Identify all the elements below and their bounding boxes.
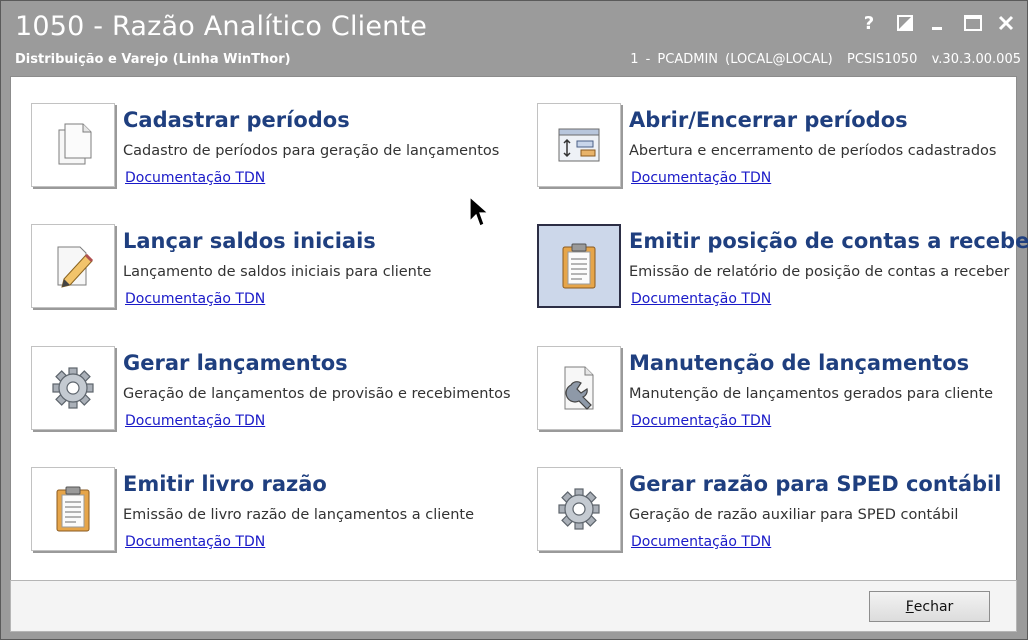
item-title: Emitir posição de contas a receber bbox=[629, 229, 1028, 253]
item-cadastrar-periodos[interactable]: Cadastrar períodos Cadastro de períodos … bbox=[31, 103, 521, 203]
wrench-document-icon bbox=[564, 366, 594, 410]
item-manutencao-lancamentos[interactable]: Manutenção de lançamentos Manutenção de … bbox=[537, 346, 1027, 446]
tile-button[interactable] bbox=[31, 224, 115, 308]
item-title: Gerar razão para SPED contábil bbox=[629, 472, 1002, 496]
main-panel: Cadastrar períodos Cadastro de períodos … bbox=[10, 76, 1028, 581]
documents-icon bbox=[58, 123, 92, 165]
user-info: 1 - PCADMIN (LOCAL@LOCAL) PCSIS1050 v.30… bbox=[630, 52, 1021, 67]
fechar-button[interactable]: Fechar bbox=[869, 591, 990, 622]
app-window: 1050 - Razão Analítico Cliente Distribui… bbox=[0, 0, 1028, 640]
tile-button[interactable] bbox=[537, 346, 621, 430]
item-title: Cadastrar períodos bbox=[123, 108, 350, 132]
item-description: Cadastro de períodos para geração de lan… bbox=[123, 143, 500, 159]
help-icon[interactable]: ? bbox=[857, 11, 881, 35]
fechar-label: echar bbox=[913, 598, 954, 615]
window-title: 1050 - Razão Analítico Cliente bbox=[15, 11, 428, 42]
item-title: Emitir livro razão bbox=[123, 472, 327, 496]
tile-button[interactable] bbox=[537, 103, 621, 187]
clipboard-icon bbox=[56, 486, 90, 532]
item-emitir-livro-razao[interactable]: Emitir livro razão Emissão de livro razã… bbox=[31, 467, 521, 567]
close-icon[interactable] bbox=[994, 11, 1018, 35]
minimize-icon[interactable] bbox=[925, 11, 949, 35]
documentation-link[interactable]: Documentação TDN bbox=[125, 291, 265, 307]
tile-button[interactable] bbox=[31, 103, 115, 187]
tile-button[interactable] bbox=[31, 346, 115, 430]
item-description: Lançamento de saldos iniciais para clien… bbox=[123, 264, 432, 280]
item-gerar-lancamentos[interactable]: Gerar lançamentos Geração de lançamentos… bbox=[31, 346, 521, 446]
documentation-link[interactable]: Documentação TDN bbox=[125, 413, 265, 429]
item-abrir-encerrar-periodos[interactable]: Abrir/Encerrar períodos Abertura e encer… bbox=[537, 103, 1027, 203]
edit-document-icon bbox=[57, 246, 94, 288]
item-title: Gerar lançamentos bbox=[123, 351, 348, 375]
clipboard-icon bbox=[562, 243, 596, 289]
documentation-link[interactable]: Documentação TDN bbox=[125, 534, 265, 550]
item-description: Geração de razão auxiliar para SPED cont… bbox=[629, 507, 959, 523]
documentation-link[interactable]: Documentação TDN bbox=[631, 170, 771, 186]
gear-icon bbox=[52, 367, 94, 409]
item-lancar-saldos-iniciais[interactable]: Lançar saldos iniciais Lançamento de sal… bbox=[31, 224, 521, 324]
tile-button[interactable] bbox=[31, 467, 115, 551]
tile-button[interactable] bbox=[537, 224, 621, 308]
item-description: Geração de lançamentos de provisão e rec… bbox=[123, 386, 511, 402]
period-window-icon bbox=[558, 128, 600, 162]
documentation-link[interactable]: Documentação TDN bbox=[125, 170, 265, 186]
item-gerar-razao-sped[interactable]: Gerar razão para SPED contábil Geração d… bbox=[537, 467, 1027, 567]
documentation-link[interactable]: Documentação TDN bbox=[631, 413, 771, 429]
gear-icon bbox=[558, 488, 600, 530]
item-description: Manutenção de lançamentos gerados para c… bbox=[629, 386, 994, 402]
item-title: Manutenção de lançamentos bbox=[629, 351, 970, 375]
documentation-link[interactable]: Documentação TDN bbox=[631, 534, 771, 550]
window-subtitle: Distribuição e Varejo (Linha WinThor) bbox=[15, 52, 291, 67]
footer-bar: Fechar bbox=[10, 580, 1017, 632]
item-title: Lançar saldos iniciais bbox=[123, 229, 376, 253]
maximize-icon[interactable] bbox=[961, 11, 985, 35]
item-title: Abrir/Encerrar períodos bbox=[629, 108, 908, 132]
restore-panel-icon[interactable] bbox=[893, 11, 917, 35]
item-description: Abertura e encerramento de períodos cada… bbox=[629, 143, 997, 159]
mouse-cursor-icon bbox=[469, 196, 489, 227]
item-description: Emissão de relatório de posição de conta… bbox=[629, 264, 1010, 280]
item-description: Emissão de livro razão de lançamentos a … bbox=[123, 507, 475, 523]
documentation-link[interactable]: Documentação TDN bbox=[631, 291, 771, 307]
item-emitir-posicao-contas-receber[interactable]: Emitir posição de contas a receber Emiss… bbox=[537, 224, 1028, 324]
tile-button[interactable] bbox=[537, 467, 621, 551]
fechar-accelerator: F bbox=[905, 598, 914, 615]
